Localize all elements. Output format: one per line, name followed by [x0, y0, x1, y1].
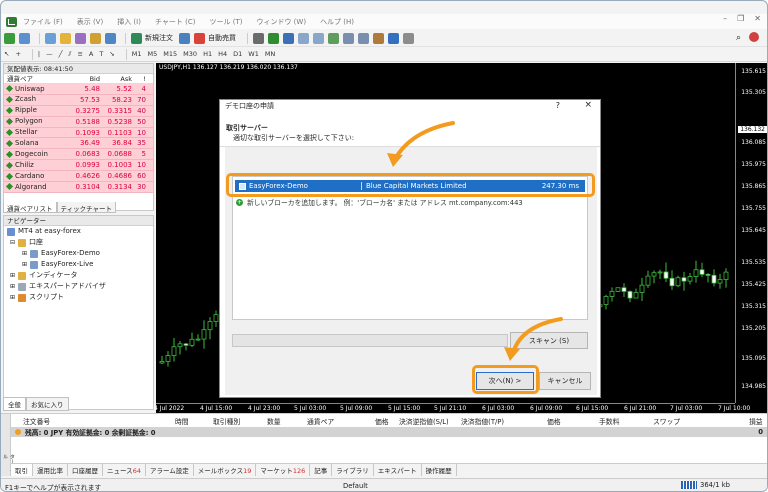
col-size[interactable]: 数量 [267, 416, 281, 426]
col-price[interactable]: 価格 [375, 416, 389, 426]
terminal-tabs: 取引 運用比率 口座履歴 ニュース64 アラーム設定 メールボックス19 マーケット126 記… [11, 463, 767, 476]
terminal-tab[interactable]: 記事 [310, 464, 333, 476]
arrow-to-server-head [387, 153, 403, 167]
status-help-text: F1キーでヘルプが表示されます [5, 484, 102, 492]
status-profile: Default [343, 482, 368, 490]
terminal-tab[interactable]: 取引 [11, 464, 33, 476]
terminal-tab-label: アラーム設定 [149, 467, 189, 475]
orders-header: 注文番号 時間 取引種別 数量 通貨ペア 価格 決済逆指値(S/L) 決済指値(… [11, 414, 767, 426]
col-time[interactable]: 時間 [175, 416, 189, 426]
terminal-tab[interactable]: メールボックス19 [193, 464, 257, 476]
app-window: ファイル (F) 表示 (V) 挿入 (I) チャート (C) ツール (T) … [0, 0, 768, 492]
terminal-tab[interactable]: 口座履歴 [68, 464, 103, 476]
connection-icon [681, 481, 697, 489]
terminal-tab[interactable]: エキスパート [373, 464, 422, 476]
status-bar: F1キーでヘルプが表示されます Default 364/1 kb [1, 478, 767, 491]
terminal-tab-count: 126 [292, 467, 306, 475]
terminal-tab-label: ライブラリ [336, 467, 369, 475]
balance-profit: 0 [758, 428, 763, 436]
arrow-to-next [511, 317, 563, 355]
col-sl[interactable]: 決済逆指値(S/L) [399, 416, 449, 426]
server-highlight [226, 173, 595, 197]
terminal-tab-label: 記事 [314, 467, 328, 475]
terminal-tab-label: ニュース [107, 467, 133, 475]
terminal-tab-label: 取引 [15, 467, 28, 475]
col-profit[interactable]: 損益 [749, 416, 763, 426]
terminal-side-tab[interactable]: ターミナル [1, 414, 15, 476]
terminal-tab-label: マーケット [260, 467, 293, 475]
terminal-tab[interactable]: ニュース64 [103, 464, 146, 476]
terminal-tab-label: 口座履歴 [72, 467, 98, 475]
connection-status[interactable]: 364/1 kb [681, 481, 730, 489]
terminal-tab[interactable]: 操作履歴 [421, 464, 457, 476]
balance-row: 残高: 0 JPY 有効証拠金: 0 余剰証拠金: 0 0 [11, 427, 767, 437]
col-type[interactable]: 取引種別 [213, 416, 240, 426]
col-order[interactable]: 注文番号 [23, 416, 50, 426]
terminal-tab[interactable]: 運用比率 [33, 464, 68, 476]
terminal-tab-label: メールボックス [197, 467, 244, 475]
arrow-to-server [393, 121, 455, 161]
arrow-to-next-head [504, 347, 520, 361]
balance-text: 残高: 0 JPY 有効証拠金: 0 余剰証拠金: 0 [25, 429, 156, 437]
terminal-tab-label: 操作履歴 [425, 467, 452, 475]
terminal-tab[interactable]: アラーム設定 [145, 464, 194, 476]
terminal-panel: ターミナル 注文番号 時間 取引種別 数量 通貨ペア 価格 決済逆指値(S/L)… [1, 413, 767, 476]
terminal-tab-count: 19 [243, 467, 252, 475]
terminal-tab-label: エキスパート [377, 467, 417, 475]
balance-icon [15, 429, 21, 435]
col-swap[interactable]: スワップ [653, 416, 680, 426]
terminal-tab[interactable]: マーケット126 [256, 464, 311, 476]
col-current-price[interactable]: 価格 [547, 416, 561, 426]
col-commission[interactable]: 手数料 [599, 416, 619, 426]
terminal-tab-label: 運用比率 [37, 467, 63, 475]
connection-text: 364/1 kb [700, 481, 730, 489]
col-symbol[interactable]: 通貨ペア [307, 416, 334, 426]
next-highlight [472, 365, 539, 394]
terminal-tab[interactable]: ライブラリ [332, 464, 374, 476]
col-tp[interactable]: 決済指値(T/P) [461, 416, 504, 426]
terminal-tab-count: 64 [132, 467, 141, 475]
